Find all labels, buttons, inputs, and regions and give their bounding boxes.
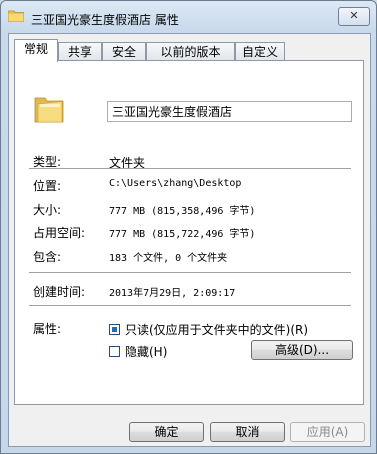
close-button[interactable]: ✕ — [338, 7, 370, 26]
size-label: 大小: — [33, 203, 62, 217]
divider — [29, 272, 351, 273]
created-label: 创建时间: — [33, 285, 86, 299]
readonly-checkbox[interactable] — [109, 324, 120, 335]
apply-button[interactable]: 应用(A) — [290, 422, 365, 442]
title-bar[interactable]: 三亚国光豪生度假酒店 属性 ✕ — [1, 1, 376, 35]
close-icon: ✕ — [349, 9, 359, 22]
tab-security[interactable]: 安全 — [102, 42, 146, 60]
tab-previous-versions[interactable]: 以前的版本 — [146, 42, 235, 60]
hidden-checkbox-label[interactable]: 隐藏(H) — [125, 343, 167, 360]
tab-sharing[interactable]: 共享 — [58, 42, 102, 60]
dialog-client: 常规 共享 安全 以前的版本 自定义 类型: 文件夹 位置: C:\Users\… — [8, 33, 371, 447]
readonly-checkbox-label[interactable]: 只读(仅应用于文件夹中的文件)(R) — [125, 321, 308, 338]
divider — [29, 305, 351, 306]
general-panel: 类型: 文件夹 位置: C:\Users\zhang\Desktop 大小: 7… — [14, 60, 364, 405]
folder-icon — [8, 10, 24, 22]
size-on-disk-label: 占用空间: — [33, 226, 86, 240]
folder-large-icon — [34, 97, 64, 123]
size-on-disk-value: 777 MB (815,722,496 字节) — [109, 229, 256, 240]
contains-label: 包含: — [33, 250, 62, 264]
tab-customize[interactable]: 自定义 — [235, 42, 285, 60]
attributes-label: 属性: — [33, 322, 62, 336]
properties-window: 三亚国光豪生度假酒店 属性 ✕ 常规 共享 安全 以前的版本 自定义 类型: 文… — [0, 0, 377, 454]
divider — [29, 168, 351, 169]
location-value: C:\Users\zhang\Desktop — [109, 178, 242, 189]
cancel-button[interactable]: 取消 — [210, 422, 285, 442]
ok-button[interactable]: 确定 — [129, 422, 204, 442]
created-value: 2013年7月29日, 2:09:17 — [109, 288, 236, 299]
size-value: 777 MB (815,358,496 字节) — [109, 206, 256, 217]
window-title: 三亚国光豪生度假酒店 属性 — [31, 13, 179, 27]
folder-name-field[interactable] — [107, 101, 352, 122]
advanced-button[interactable]: 高级(D)... — [251, 340, 353, 360]
tab-general[interactable]: 常规 — [14, 39, 58, 62]
hidden-checkbox[interactable] — [109, 346, 120, 357]
contains-value: 183 个文件, 0 个文件夹 — [109, 253, 228, 264]
location-label: 位置: — [33, 179, 62, 193]
